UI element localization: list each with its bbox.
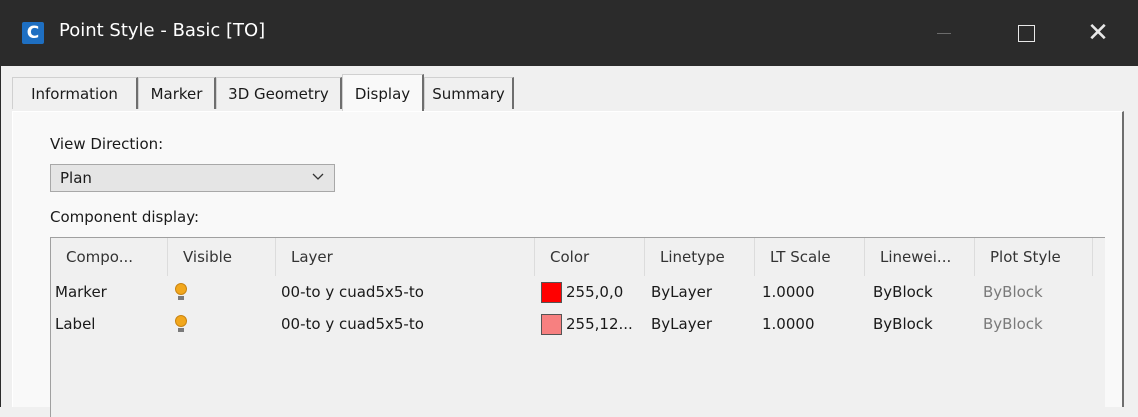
lightbulb-icon bbox=[174, 315, 188, 333]
tab-summary[interactable]: Summary bbox=[424, 77, 514, 109]
close-button[interactable]: ✕ bbox=[1058, 0, 1138, 66]
column-header-layer[interactable]: Layer bbox=[276, 238, 535, 276]
maximize-icon bbox=[1017, 24, 1035, 42]
view-direction-value: Plan bbox=[60, 169, 92, 187]
cell-lineweight[interactable]: ByBlock bbox=[873, 276, 933, 308]
tab-marker[interactable]: Marker bbox=[138, 77, 216, 109]
cell-lt-scale[interactable]: 1.0000 bbox=[762, 308, 815, 340]
display-panel: View Direction: Plan Component display: … bbox=[12, 111, 1124, 417]
color-swatch bbox=[541, 281, 562, 303]
window-border bbox=[0, 66, 1, 407]
close-icon: ✕ bbox=[1087, 18, 1109, 48]
cell-lineweight[interactable]: ByBlock bbox=[873, 308, 933, 340]
visible-toggle[interactable] bbox=[174, 308, 188, 340]
column-header-lineweight[interactable]: Linewei... bbox=[865, 238, 975, 276]
cell-layer[interactable]: 00-to y cuad5x5-to bbox=[281, 308, 424, 340]
tab-label: Display bbox=[354, 84, 411, 103]
tab-label: Summary bbox=[432, 84, 505, 103]
component-display-label: Component display: bbox=[50, 208, 200, 226]
tab-information[interactable]: Information bbox=[12, 77, 138, 109]
table-header: Compo... Visible Layer Color Linetype LT… bbox=[51, 238, 1105, 276]
column-header-linetype[interactable]: Linetype bbox=[645, 238, 755, 276]
column-header-visible[interactable]: Visible bbox=[168, 238, 276, 276]
window-title: Point Style - Basic [TO] bbox=[59, 20, 266, 41]
cell-plot-style: ByBlock bbox=[983, 315, 1043, 333]
column-header-plot-style[interactable]: Plot Style bbox=[975, 238, 1093, 276]
tab-display[interactable]: Display bbox=[342, 74, 424, 112]
cell-linetype[interactable]: ByLayer bbox=[651, 276, 712, 308]
view-direction-label: View Direction: bbox=[50, 135, 164, 153]
title-bar: C Point Style - Basic [TO] ✕ bbox=[0, 0, 1138, 66]
tab-3d-geometry[interactable]: 3D Geometry bbox=[216, 77, 342, 109]
tab-label: Marker bbox=[150, 84, 203, 103]
cell-component: Marker bbox=[55, 283, 107, 301]
cell-color[interactable]: 255,0,0 bbox=[541, 276, 623, 308]
view-direction-select[interactable]: Plan bbox=[50, 164, 335, 192]
minimize-button[interactable] bbox=[904, 0, 984, 66]
cell-lt-scale[interactable]: 1.0000 bbox=[762, 276, 815, 308]
cell-linetype[interactable]: ByLayer bbox=[651, 308, 712, 340]
column-header-component[interactable]: Compo... bbox=[51, 238, 168, 276]
visible-toggle[interactable] bbox=[174, 276, 188, 308]
table-row[interactable]: Label 00-to y cuad5x5-to 255,12... ByLay… bbox=[51, 308, 1105, 340]
cell-component: Label bbox=[55, 315, 96, 333]
color-text: 255,0,0 bbox=[566, 283, 624, 301]
cell-plot-style: ByBlock bbox=[983, 283, 1043, 301]
column-header-color[interactable]: Color bbox=[535, 238, 645, 276]
tab-label: 3D Geometry bbox=[228, 84, 329, 103]
component-display-list[interactable]: Compo... Visible Layer Color Linetype LT… bbox=[50, 237, 1105, 417]
tab-label: Information bbox=[31, 84, 118, 103]
table-row[interactable]: Marker 00-to y cuad5x5-to 255,0,0 ByLaye… bbox=[51, 276, 1105, 308]
chevron-down-icon bbox=[311, 169, 325, 187]
color-text: 255,12... bbox=[566, 315, 633, 333]
column-header-lt-scale[interactable]: LT Scale bbox=[755, 238, 865, 276]
maximize-button[interactable] bbox=[986, 0, 1066, 66]
cell-layer[interactable]: 00-to y cuad5x5-to bbox=[281, 276, 424, 308]
cell-color[interactable]: 255,12... bbox=[541, 308, 633, 340]
minimize-icon bbox=[937, 32, 951, 34]
lightbulb-icon bbox=[174, 283, 188, 301]
color-swatch bbox=[541, 313, 562, 335]
app-icon: C bbox=[22, 22, 44, 44]
